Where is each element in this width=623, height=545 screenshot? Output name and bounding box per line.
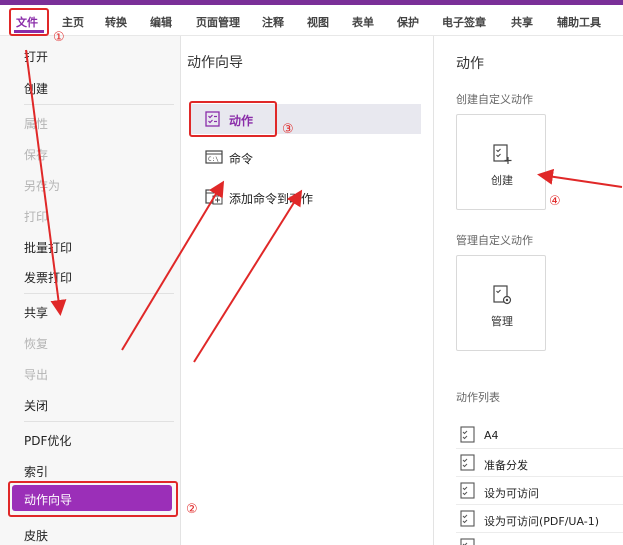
action-item-icon (460, 454, 475, 471)
tab-accessibility[interactable]: 辅助工具 (557, 14, 601, 30)
annotation-box-action-option (189, 101, 277, 137)
action-item-label: 设为可访问(PDF/UA-1) (484, 515, 600, 528)
command-terminal-icon: C:\ (205, 150, 223, 164)
menu-item-batch-print[interactable]: 批量打印 (24, 239, 72, 256)
menu-item-invoice-print[interactable]: 发票打印 (24, 269, 72, 286)
manage-action-card[interactable]: 管理 (456, 255, 546, 351)
list-item[interactable]: 设为可访问(PDF/UA-1) (456, 505, 623, 533)
list-item-partial[interactable] (456, 533, 623, 545)
menu-divider (24, 293, 174, 294)
annotation-mark-2: ② (186, 502, 198, 517)
menu-item-export[interactable]: 导出 (24, 366, 48, 383)
tab-page-management[interactable]: 页面管理 (196, 14, 240, 30)
menu-item-open[interactable]: 打开 (24, 48, 48, 65)
svg-text:C:\: C:\ (208, 156, 219, 163)
title-strip (0, 0, 623, 5)
create-action-card[interactable]: 创建 (456, 114, 546, 210)
action-panel-title: 动作 (456, 56, 484, 72)
menu-item-save[interactable]: 保存 (24, 146, 48, 163)
action-item-icon (460, 482, 475, 499)
menu-item-close[interactable]: 关闭 (24, 397, 48, 414)
manage-custom-action-heading: 管理自定义动作 (456, 234, 533, 247)
option-add-command-to-action[interactable]: 添加命令到动作 (191, 182, 421, 212)
file-menu-sidebar: 打开 创建 属性 保存 另存为 打印 批量打印 发票打印 共享 恢复 导出 关闭… (0, 36, 181, 545)
option-command[interactable]: C:\ 命令 (191, 142, 421, 172)
tab-convert[interactable]: 转换 (105, 14, 127, 30)
menu-divider (24, 421, 174, 422)
manage-action-icon (493, 285, 512, 305)
add-command-icon (205, 189, 223, 205)
tab-form[interactable]: 表单 (352, 14, 374, 30)
menu-divider (24, 104, 174, 105)
list-item[interactable]: A4 (456, 421, 623, 449)
annotation-box-file-tab (9, 8, 49, 36)
tab-annotate[interactable]: 注释 (262, 14, 284, 30)
option-command-label: 命令 (229, 152, 254, 166)
annotation-mark-4: ④ (549, 194, 561, 209)
menu-item-restore[interactable]: 恢复 (24, 335, 48, 352)
action-item-label: A4 (484, 429, 499, 442)
ribbon-toolbar: 文件 主页 转换 编辑 页面管理 注释 视图 表单 保护 电子签章 共享 辅助工… (0, 0, 623, 36)
action-item-label: 设为可访问 (484, 487, 539, 500)
action-item-label: 准备分发 (484, 459, 528, 472)
action-item-icon (460, 510, 475, 527)
create-action-icon (493, 144, 512, 164)
action-list-heading: 动作列表 (456, 391, 500, 404)
menu-item-create[interactable]: 创建 (24, 80, 48, 97)
tab-edit[interactable]: 编辑 (150, 14, 172, 30)
option-add-command-label: 添加命令到动作 (229, 192, 314, 206)
action-item-icon (460, 538, 475, 545)
list-item[interactable]: 设为可访问 (456, 477, 623, 505)
menu-item-index[interactable]: 索引 (24, 463, 48, 480)
tab-protect[interactable]: 保护 (397, 14, 419, 30)
tab-share[interactable]: 共享 (511, 14, 533, 30)
annotation-box-action-wizard (8, 481, 178, 517)
annotation-mark-1: ① (53, 30, 65, 45)
action-panel: 动作 创建自定义动作 创建 管理自定义动作 管理 动作列表 A4 准备分发 设为… (434, 36, 623, 545)
menu-item-print[interactable]: 打印 (24, 208, 48, 225)
menu-item-share[interactable]: 共享 (24, 304, 48, 321)
action-wizard-title: 动作向导 (187, 55, 243, 71)
tab-home[interactable]: 主页 (62, 14, 84, 30)
tab-view[interactable]: 视图 (307, 14, 329, 30)
tab-e-signature[interactable]: 电子签章 (442, 14, 486, 30)
list-item[interactable]: 准备分发 (456, 449, 623, 477)
menu-item-save-as[interactable]: 另存为 (24, 177, 60, 194)
menu-item-pdf-optimize[interactable]: PDF优化 (24, 432, 71, 449)
create-custom-action-heading: 创建自定义动作 (456, 93, 533, 106)
create-action-label: 创建 (491, 174, 513, 187)
app-window: 文件 主页 转换 编辑 页面管理 注释 视图 表单 保护 电子签章 共享 辅助工… (0, 0, 623, 545)
menu-item-properties[interactable]: 属性 (24, 115, 48, 132)
action-item-icon (460, 426, 475, 443)
menu-item-skin[interactable]: 皮肤 (24, 527, 48, 544)
annotation-mark-3: ③ (282, 122, 294, 137)
manage-action-label: 管理 (491, 315, 513, 328)
